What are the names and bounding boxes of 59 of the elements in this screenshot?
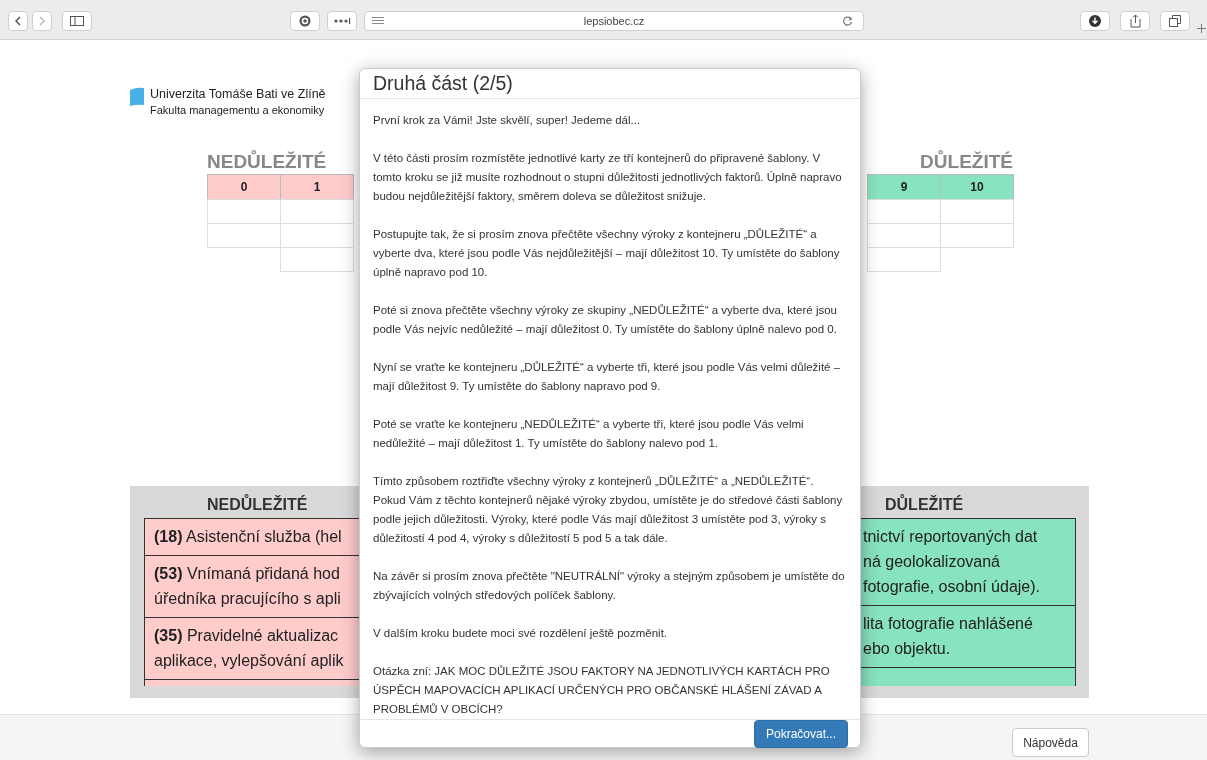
university-name: Univerzita Tomáše Bati ve Zlíně (150, 86, 326, 102)
template-column-header: 10 (940, 174, 1014, 200)
template-slot[interactable] (867, 247, 941, 272)
container-heading: NEDŮLEŽITÉ (207, 493, 308, 515)
chevron-right-icon (38, 16, 46, 26)
template-slot[interactable] (207, 223, 281, 248)
instruction-paragraph: Poté se vraťte ke kontejneru „NEDŮLEŽITÉ“ a vyberte tři, které jsou podle Vás velmi nedůležité – mají důležitost 1. Ty umístěte do šablony nalevo pod 1. (373, 417, 805, 452)
sidebar-button[interactable] (62, 11, 92, 31)
tabs-button[interactable] (1160, 11, 1190, 31)
template-slot[interactable] (867, 199, 941, 224)
template-slot[interactable] (280, 247, 354, 272)
card-text: fotografie, osobní údaje). (863, 577, 1040, 597)
reload-icon[interactable] (842, 16, 853, 27)
address-field[interactable]: lepsiobec.cz (364, 11, 864, 31)
template-slot[interactable] (940, 223, 1014, 248)
instruction-paragraph: První krok za Vámi! Jste skvělí, super! Jedeme dál... (373, 113, 642, 129)
card-text: ebo objektu. (863, 639, 951, 659)
extension-button[interactable] (290, 11, 320, 31)
url-text: lepsiobec.cz (583, 13, 645, 29)
new-tab-icon[interactable] (1197, 24, 1206, 33)
instruction-paragraph: Poté si znova přečtěte všechny výroky ze skupiny „NEDŮLEŽITÉ“ a vyberte dva, které jsou podle Vás nejvíc nedůležité – mají důležitost 0. Ty umístěte do šablony úplně nalevo pod 0. (373, 303, 839, 338)
template-column-header: 0 (207, 174, 281, 200)
card-text: tnictví reportovaných dat (863, 527, 1038, 547)
template-slot[interactable] (280, 199, 354, 224)
instruction-paragraph: Nyní se vraťte ke kontejneru „DŮLEŽITÉ“ a vyberte tři, které jsou podle Vás velmi důležité – mají důležitost 9. Ty umístěte do šablony napravo pod 9. (373, 360, 842, 395)
card-text: (18) Asistenční služba (hel (154, 527, 342, 547)
card-text: lita fotografie nahlášené (863, 614, 1033, 634)
card-text: (35) Pravidelné aktualizac (154, 626, 339, 646)
logo-icon (130, 87, 144, 106)
card-text: ná geolokalizovaná (863, 552, 1000, 572)
template-heading: DŮLEŽITÉ (920, 149, 1013, 174)
share-icon (1129, 14, 1141, 28)
more-button[interactable] (327, 11, 357, 31)
help-button[interactable]: Nápověda (1012, 728, 1089, 757)
card-text: úředníka pracujícího s apli (154, 589, 341, 609)
card-text: (53) Vnímaná přidaná hod (154, 564, 340, 584)
circle-icon (299, 15, 311, 27)
container-heading: DŮLEŽITÉ (885, 493, 964, 515)
share-button[interactable] (1120, 11, 1150, 31)
dialog-title: Druhá část (2/5) (373, 71, 513, 96)
template-slot[interactable] (207, 199, 281, 224)
instruction-paragraph: Postupujte tak, že si prosím znova přečtěte všechny výroky z kontejneru „DŮLEŽITÉ“ a vyberte dva, které jsou podle Vás nejdůležitější – mají důležitost 10. Ty umístěte do šablony úplně napravo pod 10. (373, 227, 841, 281)
continue-button[interactable]: Pokračovat... (753, 720, 848, 749)
template-slot[interactable] (940, 199, 1014, 224)
chevron-left-icon (14, 16, 22, 26)
template-heading: NEDŮLEŽITÉ (207, 149, 327, 174)
tabs-icon (1169, 15, 1181, 27)
forward-button[interactable] (32, 11, 52, 31)
card-text: aplikace, vylepšování aplik (154, 651, 344, 671)
reader-icon[interactable] (372, 17, 384, 26)
template-column-header: 9 (867, 174, 941, 200)
template-column-header: 1 (280, 174, 354, 200)
dots-icon (333, 18, 351, 24)
faculty-name: Fakulta managementu a ekonomiky (150, 103, 326, 118)
instruction-paragraph: V této části prosím rozmístěte jednotlivé karty ze tří kontejnerů do připravené šablony. V tomto kroku se již musíte rozhodnout o stupni důležitosti jednotlivých faktorů. Úplně napravo budou nejdůležitější faktory, směrem doleva se důležitost snižuje. (373, 151, 843, 205)
download-button[interactable] (1080, 11, 1110, 31)
sidebar-icon (70, 16, 84, 26)
download-icon (1089, 15, 1101, 27)
back-button[interactable] (8, 11, 28, 31)
